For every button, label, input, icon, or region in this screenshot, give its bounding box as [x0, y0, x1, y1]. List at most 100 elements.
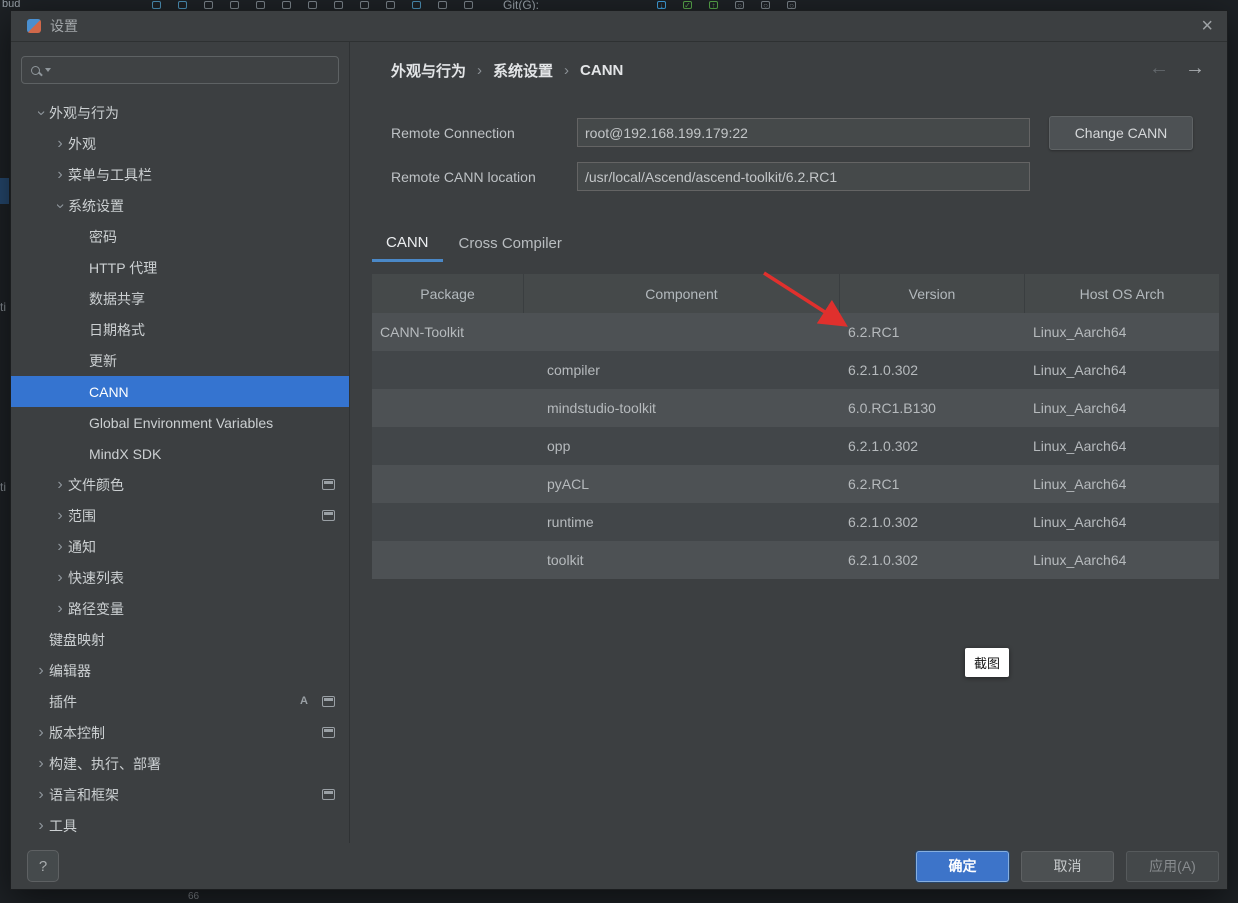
- table-cell: [524, 313, 840, 351]
- sidebar-item-http-proxy[interactable]: HTTP 代理: [11, 252, 349, 283]
- sidebar-item-global-environment-variables[interactable]: Global Environment Variables: [11, 407, 349, 438]
- sidebar-item-appearance[interactable]: ›外观: [11, 128, 349, 159]
- change-cann-button[interactable]: Change CANN: [1049, 116, 1193, 150]
- breadcrumb-item[interactable]: 外观与行为: [391, 60, 466, 81]
- chevron-right-icon[interactable]: ›: [33, 725, 49, 741]
- table-row[interactable]: mindstudio-toolkit6.0.RC1.B130Linux_Aarc…: [372, 389, 1219, 427]
- chevron-right-icon[interactable]: ›: [52, 477, 68, 493]
- toolbar-icon[interactable]: [204, 1, 213, 9]
- sidebar-item-label: 外观: [68, 134, 96, 154]
- toolbar-icon[interactable]: [360, 1, 369, 9]
- table-cell: mindstudio-toolkit: [524, 389, 840, 427]
- chevron-right-icon[interactable]: ›: [52, 167, 68, 183]
- table-row[interactable]: toolkit6.2.1.0.302Linux_Aarch64: [372, 541, 1219, 579]
- table-cell: 6.2.RC1: [840, 465, 1025, 503]
- sidebar-item-updates[interactable]: 更新: [11, 345, 349, 376]
- sidebar-item-path-variables[interactable]: ›路径变量: [11, 593, 349, 624]
- sidebar-item-scopes[interactable]: ›范围: [11, 500, 349, 531]
- forward-arrow-icon[interactable]: →: [1185, 57, 1205, 80]
- chevron-right-icon[interactable]: ›: [52, 601, 68, 617]
- sidebar-item-label: 菜单与工具栏: [68, 165, 152, 185]
- help-button[interactable]: ?: [27, 850, 59, 882]
- chevron-right-icon[interactable]: ›: [52, 508, 68, 524]
- toolbar-icon[interactable]: [152, 1, 161, 9]
- table-row[interactable]: pyACL6.2.RC1Linux_Aarch64: [372, 465, 1219, 503]
- breadcrumb-item[interactable]: CANN: [580, 62, 623, 79]
- chevron-down-icon[interactable]: ›: [52, 198, 68, 214]
- chevron-right-icon[interactable]: ›: [33, 756, 49, 772]
- table-row[interactable]: CANN-Toolkit6.2.RC1Linux_Aarch64: [372, 313, 1219, 351]
- sidebar-item-plugins[interactable]: 插件: [11, 686, 349, 717]
- table-header-row: PackageComponentVersionHost OS Arch: [372, 274, 1219, 313]
- toolbar-icon[interactable]: ↓: [657, 1, 666, 9]
- table-cell: Linux_Aarch64: [1025, 465, 1219, 503]
- sidebar-item-mindx-sdk[interactable]: MindX SDK: [11, 438, 349, 469]
- toolbar-icon[interactable]: ○: [787, 1, 796, 9]
- ok-button[interactable]: 确定: [916, 851, 1009, 882]
- sidebar-item-label: 快速列表: [68, 568, 124, 588]
- sidebar-item-cann[interactable]: CANN: [11, 376, 349, 407]
- sidebar-item-system-settings[interactable]: ›系统设置: [11, 190, 349, 221]
- apply-button[interactable]: 应用(A): [1126, 851, 1219, 882]
- sidebar-item-languages-frameworks[interactable]: ›语言和框架: [11, 779, 349, 810]
- search-input[interactable]: [56, 63, 329, 78]
- toolbar-icon[interactable]: [282, 1, 291, 9]
- cancel-button[interactable]: 取消: [1021, 851, 1114, 882]
- chevron-right-icon[interactable]: ›: [52, 136, 68, 152]
- toolbar-icon[interactable]: ✓: [683, 1, 692, 9]
- chevron-right-icon[interactable]: ›: [33, 787, 49, 803]
- panel-icon: [322, 696, 335, 707]
- breadcrumb-item[interactable]: 系统设置: [493, 60, 553, 81]
- close-icon[interactable]: ×: [1201, 16, 1213, 36]
- sidebar-item-build-execution-deployment[interactable]: ›构建、执行、部署: [11, 748, 349, 779]
- chevron-down-icon[interactable]: ›: [33, 105, 49, 121]
- sidebar-item-passwords[interactable]: 密码: [11, 221, 349, 252]
- toolbar-icon[interactable]: ○: [761, 1, 770, 9]
- chevron-right-icon[interactable]: ›: [33, 818, 49, 834]
- toolbar-icon[interactable]: [230, 1, 239, 9]
- table-row[interactable]: compiler6.2.1.0.302Linux_Aarch64: [372, 351, 1219, 389]
- table-cell: [372, 541, 524, 579]
- sidebar-item-file-colors[interactable]: ›文件颜色: [11, 469, 349, 500]
- sidebar-item-label: Global Environment Variables: [89, 415, 273, 431]
- toolbar-icon[interactable]: [334, 1, 343, 9]
- tab-cross-compiler[interactable]: Cross Compiler: [445, 225, 576, 262]
- table-cell: 6.0.RC1.B130: [840, 389, 1025, 427]
- sidebar-item-label: 版本控制: [49, 723, 105, 743]
- toolbar-icon[interactable]: [308, 1, 317, 9]
- sidebar-item-notifications[interactable]: ›通知: [11, 531, 349, 562]
- table-cell: CANN-Toolkit: [372, 313, 524, 351]
- sidebar-item-version-control[interactable]: ›版本控制: [11, 717, 349, 748]
- toolbar-icon[interactable]: ↑: [709, 1, 718, 9]
- sidebar-item-label: HTTP 代理: [89, 258, 157, 278]
- sidebar-item-tools[interactable]: ›工具: [11, 810, 349, 841]
- chevron-right-icon[interactable]: ›: [52, 570, 68, 586]
- toolbar-icon[interactable]: [412, 1, 421, 9]
- chevron-right-icon[interactable]: ›: [33, 663, 49, 679]
- sidebar-item-menus-toolbars[interactable]: ›菜单与工具栏: [11, 159, 349, 190]
- settings-search-box[interactable]: [21, 56, 339, 84]
- breadcrumb-separator: ›: [477, 62, 482, 79]
- sidebar-item-editor[interactable]: ›编辑器: [11, 655, 349, 686]
- sidebar-item-date-formats[interactable]: 日期格式: [11, 314, 349, 345]
- toolbar-icon[interactable]: [178, 1, 187, 9]
- table-row[interactable]: runtime6.2.1.0.302Linux_Aarch64: [372, 503, 1219, 541]
- sidebar-item-appearance-behavior[interactable]: ›外观与行为: [11, 97, 349, 128]
- toolbar-icon[interactable]: [386, 1, 395, 9]
- remote-cann-location-field[interactable]: [577, 162, 1030, 191]
- chevron-down-icon[interactable]: [45, 68, 51, 72]
- toolbar-icon[interactable]: [464, 1, 473, 9]
- table-row[interactable]: opp6.2.1.0.302Linux_Aarch64: [372, 427, 1219, 465]
- screenshot-chip[interactable]: 截图: [965, 648, 1009, 677]
- toolbar-icon[interactable]: ○: [735, 1, 744, 9]
- back-arrow-icon[interactable]: ←: [1149, 57, 1169, 80]
- tab-cann[interactable]: CANN: [372, 225, 443, 262]
- sidebar-item-quick-lists[interactable]: ›快速列表: [11, 562, 349, 593]
- sidebar-item-keymap[interactable]: 键盘映射: [11, 624, 349, 655]
- ide-window: bud Git(G): ↓✓↑○○○ ti ti 66 设置 × ›外观与行为›…: [0, 0, 1238, 903]
- remote-connection-field[interactable]: [577, 118, 1030, 147]
- chevron-right-icon[interactable]: ›: [52, 539, 68, 555]
- toolbar-icon[interactable]: [438, 1, 447, 9]
- toolbar-icon[interactable]: [256, 1, 265, 9]
- sidebar-item-data-sharing[interactable]: 数据共享: [11, 283, 349, 314]
